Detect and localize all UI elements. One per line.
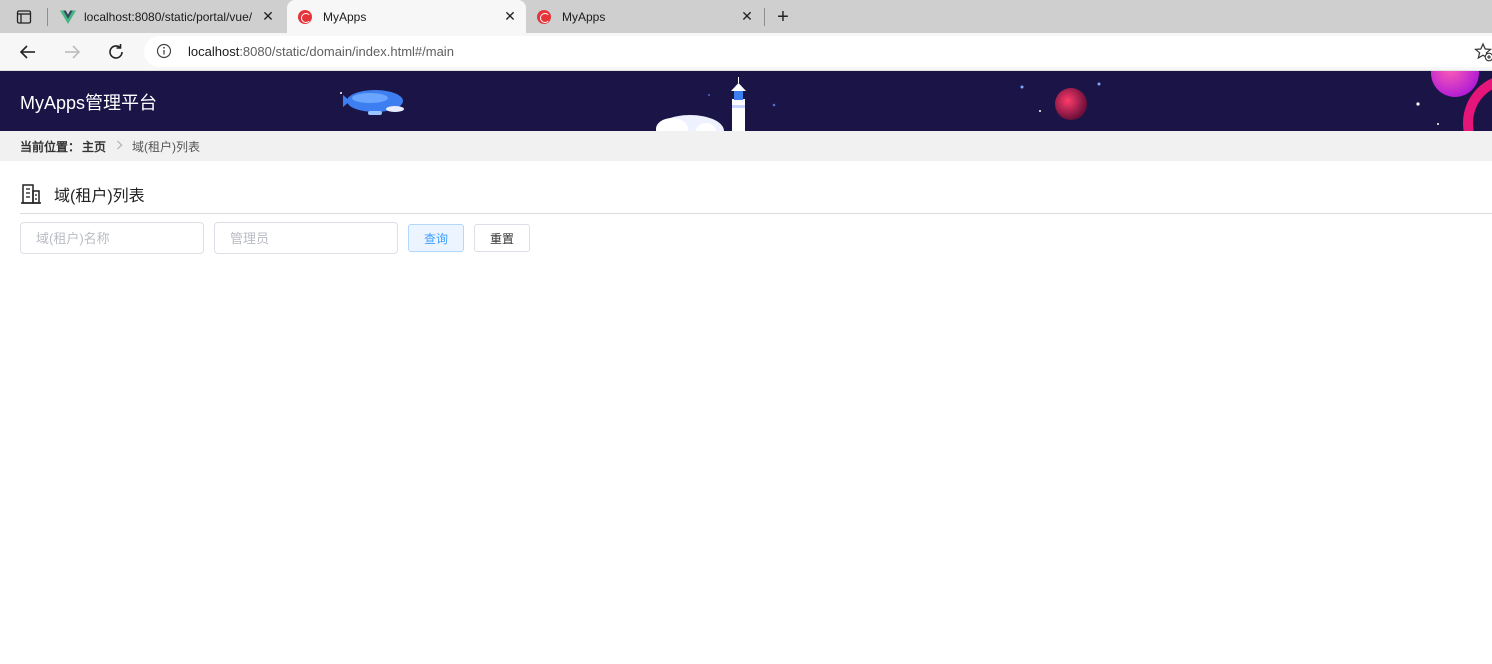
reload-button[interactable] [102, 38, 130, 66]
breadcrumb-home-link[interactable]: 主页 [82, 138, 106, 155]
reload-icon [109, 44, 123, 59]
close-tab-icon[interactable]: ✕ [739, 8, 755, 24]
breadcrumb-current: 域(租户)列表 [132, 139, 201, 154]
myapps-logo-icon [298, 9, 312, 24]
tab-portal[interactable]: localhost:8080/static/portal/vue/ ✕ [52, 0, 284, 33]
url-text: localhost:8080/static/domain/index.html#… [188, 44, 454, 59]
breadcrumb-label: 当前位置： [20, 139, 81, 154]
close-tab-icon[interactable]: ✕ [502, 8, 518, 24]
address-bar[interactable]: localhost:8080/static/domain/index.html#… [144, 36, 1492, 67]
browser-toolbar: localhost:8080/static/domain/index.html#… [0, 33, 1492, 71]
planet-icon [1055, 88, 1087, 120]
tab-separator [47, 8, 48, 26]
tab-title: MyApps [323, 9, 367, 24]
myapps-logo-icon [537, 9, 551, 24]
header-decoration [340, 71, 1492, 131]
url-path: :8080/static/domain/index.html#/main [239, 44, 454, 59]
reset-button[interactable]: 重置 [474, 224, 530, 252]
site-info-icon[interactable] [156, 43, 172, 59]
tab-actions-icon [16, 10, 32, 24]
url-host: localhost [188, 44, 240, 59]
building-icon [21, 184, 41, 204]
close-tab-icon[interactable]: ✕ [260, 8, 276, 24]
forward-arrow-icon [65, 45, 81, 59]
heading-divider [20, 213, 1492, 214]
domain-name-input[interactable] [20, 222, 204, 254]
back-arrow-icon [19, 45, 35, 59]
tab-actions-button[interactable] [6, 5, 42, 29]
page-title: 域(租户)列表 [54, 188, 145, 205]
breadcrumb-separator-icon [116, 139, 123, 153]
app-header: MyApps管理平台 [0, 71, 1492, 131]
airship-icon [340, 90, 404, 115]
browser-tab-strip: localhost:8080/static/portal/vue/ ✕ MyAp… [0, 0, 1492, 33]
app-title: MyApps管理平台 [20, 93, 158, 113]
breadcrumb: 当前位置： 主页 域(租户)列表 [0, 131, 1492, 161]
add-favorite-icon[interactable] [1474, 42, 1492, 62]
tab-myapps-active[interactable]: MyApps ✕ [287, 0, 526, 33]
tab-title: localhost:8080/static/portal/vue/ [84, 9, 253, 24]
back-button[interactable] [14, 38, 42, 66]
tab-title: MyApps [562, 9, 606, 24]
tab-separator [764, 8, 765, 26]
planet-icon [1431, 71, 1492, 131]
forward-button[interactable] [58, 38, 86, 66]
query-button[interactable]: 查询 [408, 224, 464, 252]
page-heading: 域(租户)列表 [20, 180, 145, 208]
lighthouse-icon [656, 77, 746, 131]
vue-logo-icon [60, 10, 76, 24]
tab-myapps[interactable]: MyApps ✕ [527, 0, 763, 33]
new-tab-button[interactable]: + [770, 4, 796, 30]
admin-input[interactable] [214, 222, 398, 254]
